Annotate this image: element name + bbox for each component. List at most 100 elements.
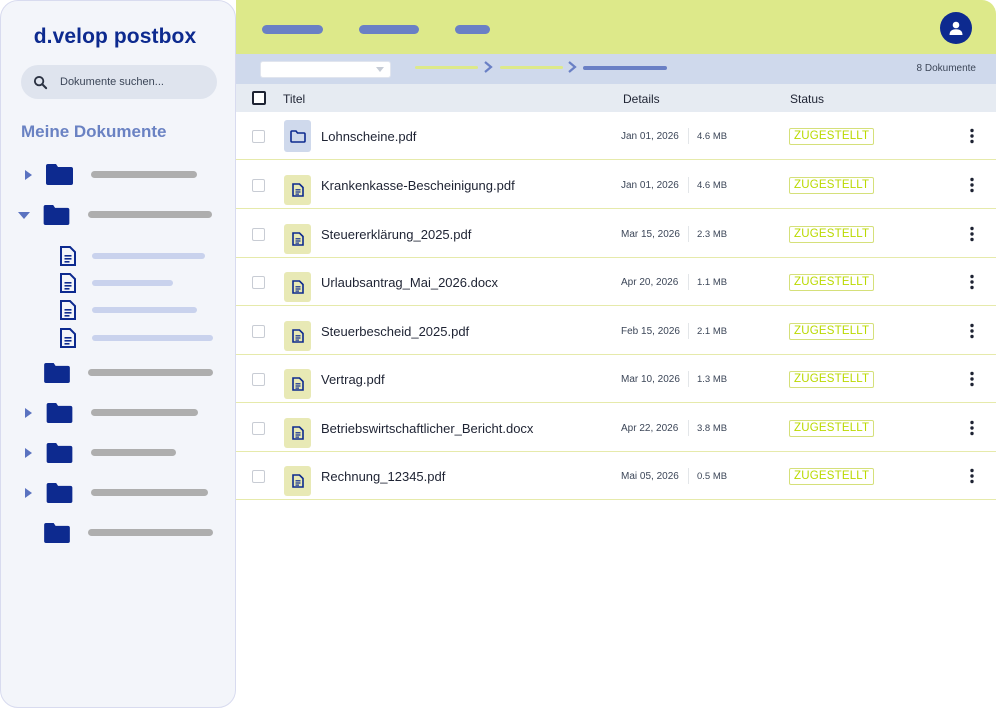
file-type-badge	[284, 120, 311, 152]
tree-item-placeholder[interactable]	[91, 489, 208, 496]
document-count: 8 Dokumente	[916, 63, 976, 74]
file-type-badge	[284, 321, 311, 351]
file-title[interactable]: Urlaubsantrag_Mai_2026.docx	[321, 275, 498, 290]
breadcrumb-item[interactable]	[415, 66, 478, 69]
row-checkbox[interactable]	[252, 470, 265, 483]
caret-right-icon[interactable]	[22, 407, 34, 419]
folder-icon[interactable]	[46, 403, 73, 423]
table-row[interactable]: Urlaubsantrag_Mai_2026.docx Apr 20, 2026 1…	[236, 258, 996, 306]
nav-item[interactable]	[359, 25, 419, 34]
divider	[688, 177, 689, 193]
more-options-icon[interactable]	[968, 226, 976, 242]
file-date: Jan 01, 2026	[621, 180, 679, 191]
document-icon[interactable]	[60, 246, 76, 266]
folder-icon[interactable]	[46, 164, 73, 185]
tree-item-placeholder[interactable]	[88, 529, 213, 536]
row-checkbox[interactable]	[252, 179, 265, 192]
file-date: Apr 20, 2026	[621, 277, 679, 288]
status-badge: ZUGESTELLT	[789, 323, 875, 340]
file-title[interactable]: Betriebswirtschaftlicher_Bericht.docx	[321, 421, 533, 436]
tree-item-placeholder[interactable]	[88, 211, 212, 218]
row-checkbox[interactable]	[252, 228, 265, 241]
more-options-icon[interactable]	[968, 420, 976, 436]
more-options-icon[interactable]	[968, 371, 976, 387]
column-header-details[interactable]: Details	[623, 92, 660, 106]
more-options-icon[interactable]	[968, 128, 976, 144]
folder-icon[interactable]	[46, 443, 73, 463]
document-icon	[291, 426, 304, 440]
file-title[interactable]: Vertrag.pdf	[321, 372, 385, 387]
file-title[interactable]: Lohnscheine.pdf	[321, 129, 416, 144]
divider	[688, 274, 689, 290]
status-badge: ZUGESTELLT	[789, 177, 875, 194]
file-title[interactable]: Krankenkasse-Bescheinigung.pdf	[321, 178, 515, 193]
table-row[interactable]: Betriebswirtschaftlicher_Bericht.docx Apr…	[236, 404, 996, 452]
app: d.velop postbox Meine Dokumente	[0, 0, 996, 708]
file-title[interactable]: Rechnung_12345.pdf	[321, 469, 445, 484]
filter-dropdown[interactable]	[260, 61, 391, 78]
file-date: Mar 10, 2026	[621, 374, 680, 385]
more-options-icon[interactable]	[968, 468, 976, 484]
breadcrumb-current[interactable]	[583, 66, 667, 70]
divider	[688, 468, 689, 484]
row-checkbox[interactable]	[252, 325, 265, 338]
row-checkbox[interactable]	[252, 422, 265, 435]
table-header: Titel Details Status	[236, 84, 996, 112]
tree-item-placeholder[interactable]	[92, 253, 205, 259]
row-checkbox[interactable]	[252, 276, 265, 289]
nav-item[interactable]	[262, 25, 323, 34]
file-date: Apr 22, 2026	[621, 423, 679, 434]
search-box[interactable]	[21, 65, 217, 99]
column-header-title[interactable]: Titel	[283, 92, 305, 106]
more-options-icon[interactable]	[968, 177, 976, 193]
user-avatar[interactable]	[940, 12, 972, 44]
file-size: 3.8 MB	[697, 423, 728, 434]
sidebar: d.velop postbox Meine Dokumente	[0, 0, 236, 708]
breadcrumb-bar: 8 Dokumente	[236, 54, 996, 84]
caret-right-icon[interactable]	[22, 487, 34, 499]
caret-right-icon[interactable]	[22, 447, 34, 459]
tree-item-placeholder[interactable]	[88, 369, 213, 376]
section-title: Meine Dokumente	[21, 122, 167, 141]
document-icon[interactable]	[60, 300, 76, 320]
file-title[interactable]: Steuererklärung_2025.pdf	[321, 227, 471, 242]
file-title[interactable]: Steuerbescheid_2025.pdf	[321, 324, 469, 339]
breadcrumb-item[interactable]	[500, 66, 563, 69]
table-row[interactable]: Rechnung_12345.pdf Mai 05, 2026 0.5 MB ZUGE…	[236, 452, 996, 500]
document-icon	[291, 377, 304, 391]
column-header-status[interactable]: Status	[790, 92, 824, 106]
row-checkbox[interactable]	[252, 130, 265, 143]
search-input[interactable]	[60, 76, 200, 88]
document-icon[interactable]	[60, 273, 76, 293]
table-row[interactable]: Vertrag.pdf Mar 10, 2026 1.3 MB ZUGESTELLT	[236, 355, 996, 403]
nav-item[interactable]	[455, 25, 490, 34]
select-all-checkbox[interactable]	[252, 91, 266, 105]
folder-icon[interactable]	[43, 205, 70, 225]
divider	[688, 226, 689, 242]
caret-right-icon[interactable]	[22, 169, 34, 181]
folder-icon[interactable]	[46, 483, 73, 503]
tree-item-placeholder[interactable]	[91, 409, 198, 416]
caret-down-icon[interactable]	[18, 209, 30, 221]
table-row[interactable]: Krankenkasse-Bescheinigung.pdf Jan 01, 20…	[236, 161, 996, 209]
folder-icon[interactable]	[44, 363, 70, 383]
tree-item-placeholder[interactable]	[92, 307, 197, 313]
more-options-icon[interactable]	[968, 274, 976, 290]
file-date: Mai 05, 2026	[621, 471, 679, 482]
table-row[interactable]: Lohnscheine.pdf Jan 01, 2026 4.6 MB ZUGESTE…	[236, 112, 996, 160]
more-options-icon[interactable]	[968, 323, 976, 339]
tree-item-placeholder[interactable]	[91, 171, 197, 178]
row-checkbox[interactable]	[252, 373, 265, 386]
file-size: 1.3 MB	[697, 374, 728, 385]
file-date: Feb 15, 2026	[621, 326, 680, 337]
table-row[interactable]: Steuerbescheid_2025.pdf Feb 15, 2026 2.1 M…	[236, 307, 996, 355]
file-type-badge	[284, 272, 311, 302]
table-row[interactable]: Steuererklärung_2025.pdf Mar 15, 2026 2.3 …	[236, 210, 996, 258]
status-badge: ZUGESTELLT	[789, 468, 875, 485]
tree-item-placeholder[interactable]	[92, 335, 213, 341]
tree-item-placeholder[interactable]	[91, 449, 176, 456]
document-icon[interactable]	[60, 328, 76, 348]
folder-icon[interactable]	[44, 523, 70, 543]
file-type-badge	[284, 466, 311, 496]
tree-item-placeholder[interactable]	[92, 280, 173, 286]
